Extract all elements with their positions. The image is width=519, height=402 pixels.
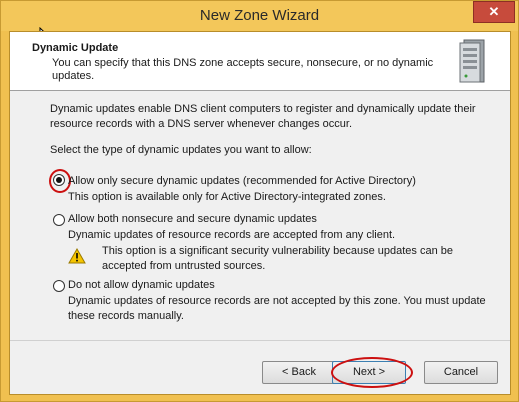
annotation-circle-next bbox=[331, 357, 413, 388]
option-no-updates-label[interactable]: Do not allow dynamic updates bbox=[68, 279, 215, 291]
radio-nonsecure-and-secure[interactable] bbox=[53, 214, 65, 226]
cancel-button[interactable]: Cancel bbox=[424, 361, 498, 384]
option-nonsecure-note: Dynamic updates of resource records are … bbox=[68, 229, 396, 241]
warning-icon bbox=[68, 248, 86, 264]
window-title: New Zone Wizard bbox=[199, 7, 320, 24]
page-title: Dynamic Update bbox=[32, 42, 119, 54]
close-button[interactable]: ✕ bbox=[473, 1, 515, 23]
option-secure-only-note: This option is available only for Active… bbox=[68, 191, 386, 203]
radio-secure-only[interactable] bbox=[53, 174, 65, 186]
title-bar[interactable]: New Zone Wizard ✕ bbox=[1, 1, 518, 31]
footer-divider bbox=[10, 340, 510, 341]
radio-no-updates[interactable] bbox=[53, 280, 65, 292]
security-warning-text: This option is a significant security vu… bbox=[102, 245, 453, 272]
option-no-updates-note: Dynamic updates of resource records are … bbox=[68, 295, 486, 322]
option-nonsecure-label[interactable]: Allow both nonsecure and secure dynamic … bbox=[68, 213, 317, 225]
selection-prompt: Select the type of dynamic updates you w… bbox=[50, 144, 312, 156]
option-secure-only-label[interactable]: Allow only secure dynamic updates (recom… bbox=[68, 175, 416, 187]
server-icon bbox=[459, 39, 485, 83]
back-button[interactable]: < Back bbox=[262, 361, 336, 384]
intro-text: Dynamic updates enable DNS client comput… bbox=[50, 103, 476, 130]
wizard-header: Dynamic Update You can specify that this… bbox=[10, 32, 510, 91]
page-description: You can specify that this DNS zone accep… bbox=[52, 57, 434, 82]
wizard-window: New Zone Wizard ✕ Dynamic Update You can… bbox=[0, 0, 519, 402]
wizard-client-area: Dynamic Update You can specify that this… bbox=[9, 31, 511, 395]
